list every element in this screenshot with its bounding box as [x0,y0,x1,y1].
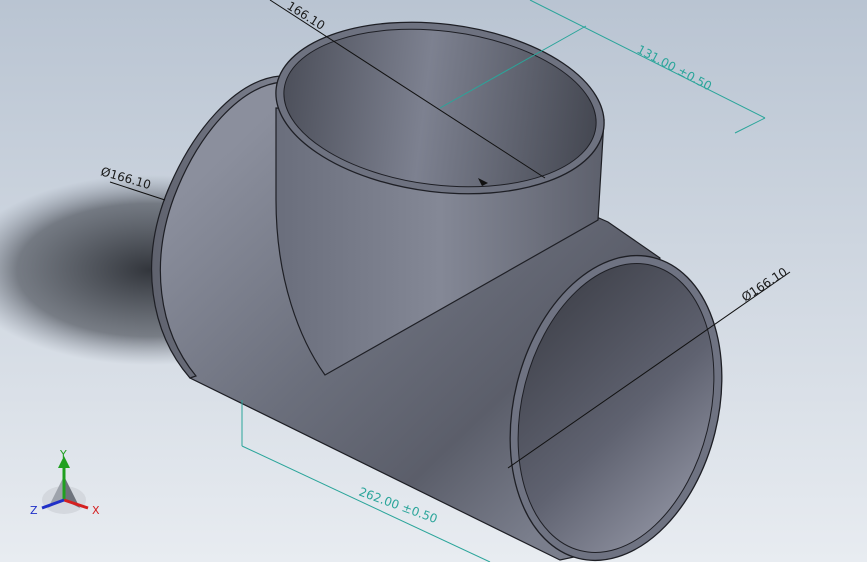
model-view[interactable]: 166.10 Ø166.10 Ø166.10 131.00 ±0.50 262.… [0,0,867,562]
triad-y-label: Y [59,448,67,461]
graphics-viewport[interactable]: 166.10 Ø166.10 Ø166.10 131.00 ±0.50 262.… [0,0,867,562]
triad-z-label: Z [30,504,38,517]
triad-x-label: X [92,504,100,517]
